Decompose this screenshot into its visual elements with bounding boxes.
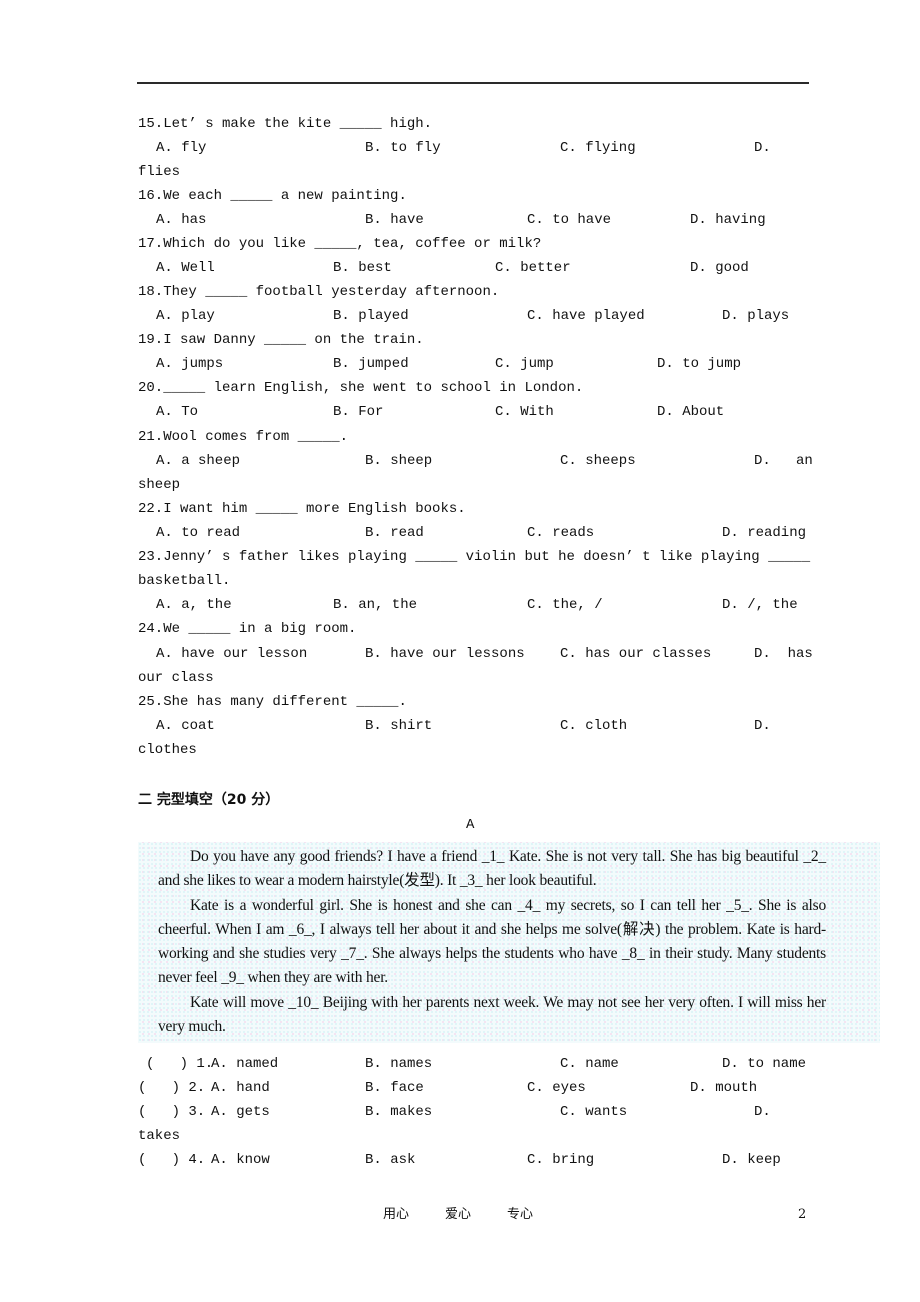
option-c: C. jump [495, 356, 554, 372]
section-heading: 二 完型填空（20 分） [138, 792, 280, 808]
option-b: B. an, the [333, 597, 418, 613]
option-a: A. a, the [156, 597, 232, 613]
option-d: D. reading [722, 525, 807, 541]
option-a: A. coat [156, 718, 215, 734]
option-d: D. plays [722, 308, 790, 324]
option-d: D. to name [722, 1056, 807, 1072]
option-b: B. makes [365, 1104, 433, 1120]
option-a: A. hand [211, 1080, 270, 1096]
cloze-prefix: ( ) 2. [138, 1080, 206, 1096]
passage-paragraph: Do you have any good friends? I have a f… [158, 848, 826, 890]
option-c: C. bring [527, 1152, 595, 1168]
option-a: A. fly [156, 140, 207, 156]
option-b: B. read [365, 525, 424, 541]
option-d: D. keep [722, 1152, 781, 1168]
option-a: A. know [211, 1152, 270, 1168]
passage-label: A [466, 817, 475, 833]
option-d-wrap: flies [138, 164, 181, 180]
footer-motto-2: 爱心 [445, 1207, 472, 1222]
question-stem: 17.Which do you like _____, tea, coffee … [138, 236, 542, 252]
question-stem: 22.I want him _____ more English books. [138, 501, 466, 517]
option-d: D. mouth [690, 1080, 758, 1096]
option-d: D. to jump [657, 356, 742, 372]
option-d: D. an [754, 453, 813, 469]
question-stem: 20._____ learn English, she went to scho… [138, 380, 584, 396]
option-b: B. For [333, 404, 384, 420]
option-d: D. has [754, 646, 813, 662]
option-a: A. gets [211, 1104, 270, 1120]
option-c: C. sheeps [560, 453, 636, 469]
question-stem: 18.They _____ football yesterday afterno… [138, 284, 500, 300]
option-b: B. best [333, 260, 392, 276]
option-d: D. having [690, 212, 766, 228]
question-stem: 25.She has many different _____. [138, 694, 407, 710]
option-c: C. cloth [560, 718, 628, 734]
option-a: A. play [156, 308, 215, 324]
footer-motto-1: 用心 [383, 1207, 410, 1222]
question-stem: 16.We each _____ a new painting. [138, 188, 407, 204]
option-c: C. has our classes [560, 646, 712, 662]
option-a: A. has [156, 212, 207, 228]
option-d-wrap: clothes [138, 742, 197, 758]
option-d: D. good [690, 260, 749, 276]
option-d: D. About [657, 404, 725, 420]
cloze-prefix: ( ) 3. [138, 1104, 206, 1120]
page-number: 2 [798, 1207, 807, 1222]
passage-paragraph: Kate is a wonderful girl. She is honest … [158, 896, 826, 987]
option-c: C. have played [527, 308, 645, 324]
cloze-prefix: ( ) 1. [146, 1056, 214, 1072]
option-a: A. jumps [156, 356, 224, 372]
option-a: A. named [211, 1056, 279, 1072]
header-rule [137, 82, 809, 84]
option-b: B. have [365, 212, 424, 228]
option-c: C. flying [560, 140, 636, 156]
option-d: D. [754, 1104, 771, 1120]
option-a: A. to read [156, 525, 241, 541]
option-b: B. have our lessons [365, 646, 525, 662]
option-c: C. eyes [527, 1080, 586, 1096]
option-c: C. the, / [527, 597, 603, 613]
option-d-wrap: takes [138, 1128, 181, 1144]
question-stem: 24.We _____ in a big room. [138, 621, 357, 637]
question-stem: 21.Wool comes from _____. [138, 429, 349, 445]
option-c: C. With [495, 404, 554, 420]
option-b: B. played [333, 308, 409, 324]
option-b: B. face [365, 1080, 424, 1096]
option-b: B. names [365, 1056, 433, 1072]
option-c: C. wants [560, 1104, 628, 1120]
option-a: A. Well [156, 260, 215, 276]
option-c: C. better [495, 260, 571, 276]
option-a: A. a sheep [156, 453, 241, 469]
option-b: B. ask [365, 1152, 416, 1168]
question-stem: 19.I saw Danny _____ on the train. [138, 332, 424, 348]
option-d: D. /, the [722, 597, 798, 613]
option-c: C. name [560, 1056, 619, 1072]
option-b: B. jumped [333, 356, 409, 372]
option-a: A. To [156, 404, 199, 420]
question-stem-wrap: basketball. [138, 573, 231, 589]
option-d: D. [754, 140, 771, 156]
cloze-prefix: ( ) 4. [138, 1152, 206, 1168]
question-stem: 15.Let’ s make the kite _____ high. [138, 116, 433, 132]
cloze-passage: Do you have any good friends? I have a f… [158, 845, 826, 1039]
option-a: A. have our lesson [156, 646, 308, 662]
option-b: B. shirt [365, 718, 433, 734]
footer-motto-3: 专心 [507, 1207, 534, 1222]
option-d-wrap: our class [138, 670, 214, 686]
option-c: C. to have [527, 212, 612, 228]
option-c: C. reads [527, 525, 595, 541]
passage-paragraph: Kate will move _10_ Beijing with her par… [158, 993, 826, 1036]
question-stem: 23.Jenny’ s father likes playing _____ v… [138, 549, 811, 565]
option-d-wrap: sheep [138, 477, 181, 493]
option-d: D. [754, 718, 771, 734]
option-b: B. to fly [365, 140, 441, 156]
option-b: B. sheep [365, 453, 433, 469]
